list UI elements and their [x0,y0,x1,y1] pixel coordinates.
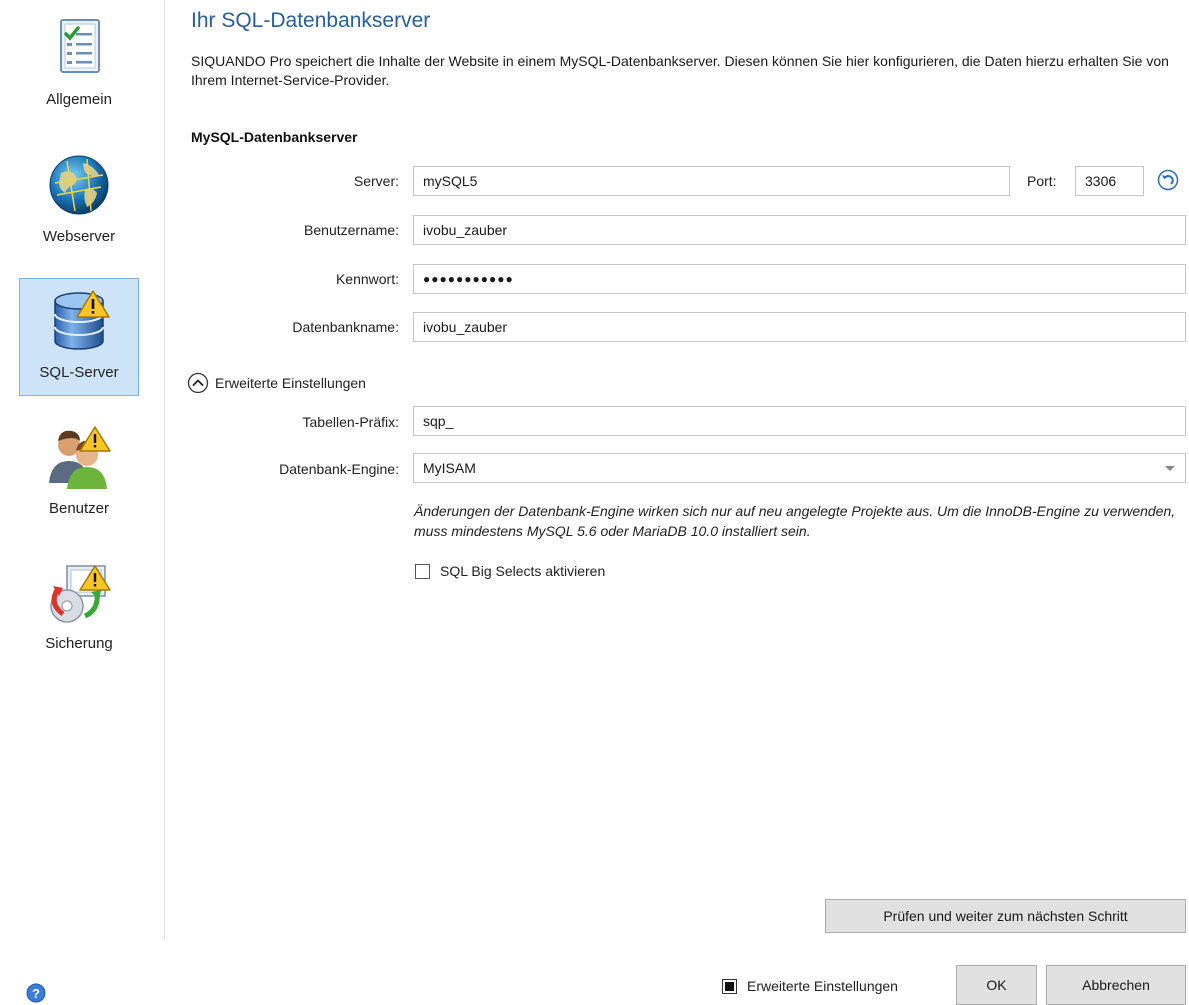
sidebar: Allgemein Webserver SQL-Server Benutzer … [0,0,165,1003]
sidebar-item-label: Benutzer [48,500,110,517]
advanced-settings-toggle[interactable]: Erweiterte Einstellungen [187,372,366,394]
chevron-up-circle-icon [187,372,209,394]
prefix-input[interactable]: sqp_ [413,406,1186,436]
sidebar-item-label: Allgemein [46,91,112,108]
server-input[interactable]: mySQL5 [413,166,1010,196]
ok-button[interactable]: OK [956,965,1037,1005]
next-step-button[interactable]: Prüfen und weiter zum nächsten Schritt [825,899,1186,933]
help-icon[interactable]: ? [26,983,46,1003]
engine-select-value: MyISAM [423,460,476,476]
section-title: MySQL-Datenbankserver [191,129,358,145]
checkbox-box [722,978,737,994]
dbname-label: Datenbankname: [292,319,399,335]
sidebar-item-label: SQL-Server [39,364,119,381]
port-input[interactable]: 3306 [1075,166,1144,196]
svg-text:?: ? [32,986,40,1001]
sidebar-item-label: Webserver [42,228,116,245]
footer-advanced-checkbox[interactable]: Erweiterte Einstellungen [722,978,898,994]
advanced-settings-toggle-label: Erweiterte Einstellungen [215,375,366,391]
users-warning-icon [49,426,111,489]
database-warning-icon [54,290,110,350]
engine-select[interactable]: MyISAM [413,453,1186,483]
dropdown-arrow-icon [1165,466,1175,471]
engine-note: Änderungen der Datenbank-Engine wirken s… [414,503,1176,539]
footer-advanced-label: Erweiterte Einstellungen [747,978,898,994]
checkbox-box [415,563,430,579]
sidebar-item-sicherung[interactable]: Sicherung [19,550,139,668]
page-title: Ihr SQL-Datenbankserver [191,9,431,32]
engine-label: Datenbank-Engine: [279,461,399,477]
reset-port-icon[interactable] [1157,169,1179,191]
sidebar-divider [164,0,165,940]
backup-warning-icon [50,565,111,623]
checklist-icon [60,19,100,73]
port-label: Port: [1027,173,1057,189]
username-label: Benutzername: [304,222,399,238]
globe-icon [49,155,109,215]
cancel-button[interactable]: Abbrechen [1046,965,1186,1005]
username-input[interactable]: ivobu_zauber [413,215,1186,245]
sidebar-item-webserver[interactable]: Webserver [19,143,139,261]
sidebar-item-allgemein[interactable]: Allgemein [19,6,139,124]
password-input[interactable]: ●●●●●●●●●●● [413,264,1186,294]
password-label: Kennwort: [335,271,399,287]
sidebar-item-label: Sicherung [45,635,113,652]
prefix-label: Tabellen-Präfix: [302,414,400,430]
dbname-input[interactable]: ivobu_zauber [413,312,1186,342]
page-description: SIQUANDO Pro speichert die Inhalte der W… [191,53,1169,88]
sidebar-item-sql-server[interactable]: SQL-Server [19,278,139,396]
sidebar-item-benutzer[interactable]: Benutzer [19,415,139,533]
server-label: Server: [353,173,399,189]
big-selects-checkbox[interactable]: SQL Big Selects aktivieren [415,563,605,579]
big-selects-label: SQL Big Selects aktivieren [440,563,606,579]
